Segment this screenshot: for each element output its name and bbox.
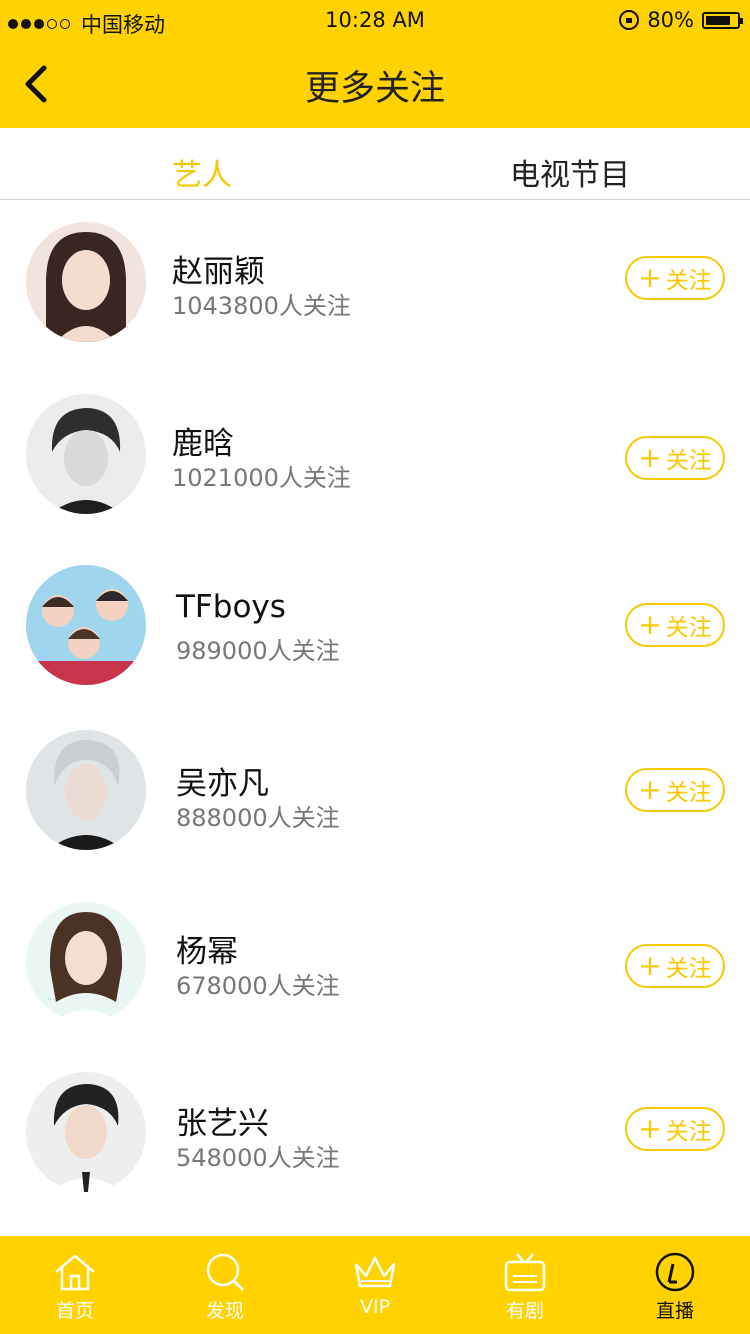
list-item[interactable]: 杨幂 678000人关注 + 关注 [0, 902, 750, 1062]
search-icon [206, 1253, 245, 1292]
rotation-lock-icon [619, 10, 640, 30]
home-icon [55, 1254, 95, 1291]
avatar [26, 222, 146, 342]
tab-discover[interactable]: 发现 [150, 1236, 300, 1334]
follow-button[interactable]: + 关注 [625, 768, 725, 812]
avatar [26, 1072, 146, 1192]
plus-icon: + [638, 773, 662, 806]
follow-label: 关注 [665, 780, 712, 806]
follow-button[interactable]: + 关注 [625, 256, 725, 300]
tab-vip[interactable]: VIP [300, 1236, 450, 1334]
follower-count: 989000人关注 [176, 637, 340, 665]
follower-count: 1021000人关注 [172, 464, 351, 492]
avatar [26, 394, 146, 514]
artist-name: 吴亦凡 [176, 766, 269, 802]
live-icon [655, 1252, 695, 1292]
page-title: 更多关注 [304, 69, 445, 109]
tab-shows-label: 有剧 [505, 1300, 544, 1322]
plus-icon: + [638, 1112, 662, 1145]
avatar [26, 565, 146, 685]
bottom-tab-bar: 首页 发现 VIP 有剧 直播 [0, 1236, 750, 1334]
list-item[interactable]: 赵丽颖 1043800人关注 + 关注 [0, 222, 750, 382]
list-item[interactable]: 吴亦凡 888000人关注 + 关注 [0, 730, 750, 890]
tab-tv-shows[interactable]: 电视节目 [510, 150, 630, 194]
follow-label: 关注 [665, 1119, 712, 1145]
follow-label: 关注 [665, 956, 712, 982]
status-bar: 中国移动 10:28 AM 80% [0, 0, 750, 40]
list-item[interactable]: 鹿晗 1021000人关注 + 关注 [0, 394, 750, 554]
artist-name: 杨幂 [176, 934, 238, 970]
follower-count: 678000人关注 [176, 972, 340, 1000]
status-right: 80% [619, 8, 743, 32]
artist-name: 赵丽颖 [172, 254, 265, 290]
plus-icon: + [638, 441, 662, 474]
battery-icon [702, 11, 743, 29]
tab-home-label: 首页 [55, 1300, 94, 1322]
follow-button[interactable]: + 关注 [625, 1107, 725, 1151]
follow-label: 关注 [665, 448, 712, 474]
tab-live-label: 直播 [655, 1300, 694, 1322]
battery-percent: 80% [647, 8, 694, 32]
list-item[interactable]: 张艺兴 548000人关注 + 关注 [0, 1072, 750, 1232]
plus-icon: + [638, 608, 662, 641]
crown-icon [354, 1256, 396, 1288]
tab-shows[interactable]: 有剧 [450, 1236, 600, 1334]
follow-label: 关注 [665, 268, 712, 294]
tab-home[interactable]: 首页 [0, 1236, 150, 1334]
tab-discover-label: 发现 [205, 1300, 244, 1322]
artist-name: 张艺兴 [176, 1106, 269, 1142]
plus-icon: + [638, 261, 662, 294]
plus-icon: + [638, 949, 662, 982]
follow-button[interactable]: + 关注 [625, 603, 725, 647]
artist-name: TFboys [176, 589, 286, 625]
tab-vip-label: VIP [359, 1296, 391, 1318]
follower-count: 1043800人关注 [172, 292, 351, 320]
avatar [26, 730, 146, 850]
tab-artists[interactable]: 艺人 [172, 150, 232, 194]
avatar [26, 902, 146, 1022]
artist-name: 鹿晗 [172, 426, 234, 462]
list-item[interactable]: TFboys 989000人关注 + 关注 [0, 565, 750, 725]
follow-label: 关注 [665, 615, 712, 641]
follower-count: 548000人关注 [176, 1144, 340, 1172]
follow-button[interactable]: + 关注 [625, 436, 725, 480]
segment-tabs: 艺人 电视节目 [0, 128, 750, 200]
tab-live[interactable]: 直播 [600, 1236, 750, 1334]
tv-icon [504, 1253, 546, 1292]
follower-count: 888000人关注 [176, 804, 340, 832]
follow-button[interactable]: + 关注 [625, 944, 725, 988]
nav-bar: 更多关注 [0, 40, 750, 128]
